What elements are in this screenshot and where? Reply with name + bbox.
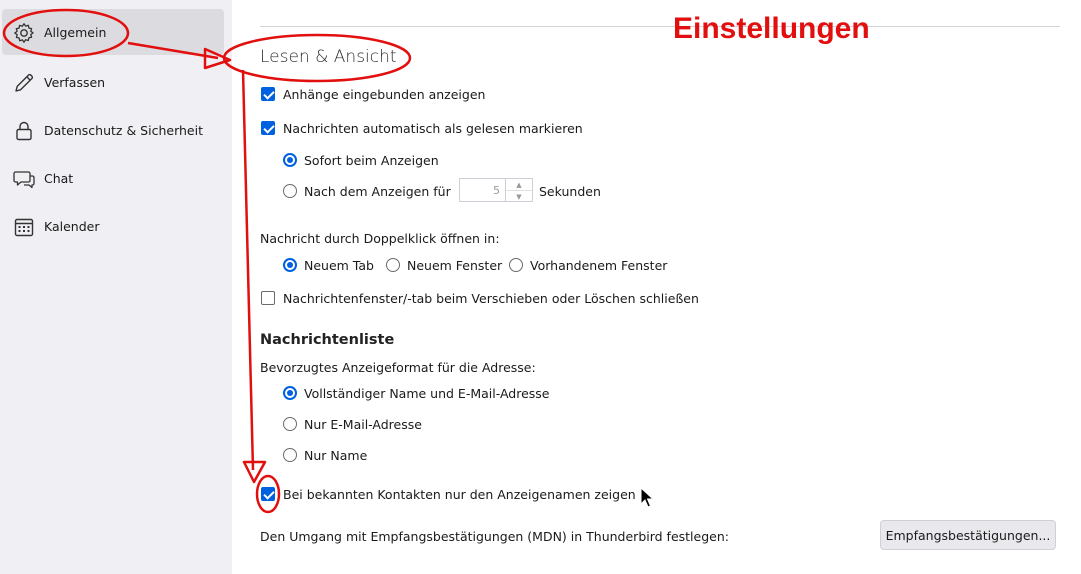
gear-icon — [12, 21, 36, 45]
settings-content: Lesen & Ansicht Anhänge eingebunden anze… — [232, 0, 1081, 574]
sidebar-item-allgemein[interactable]: Allgemein — [2, 9, 224, 55]
close-on-move-label[interactable]: Nachrichtenfenster/-tab beim Verschieben… — [283, 291, 699, 306]
stepper-down-button[interactable]: ▼ — [506, 191, 532, 202]
known-contacts-display-name-label[interactable]: Bei bekannten Kontakten nur den Anzeigen… — [283, 487, 636, 502]
email-only-label[interactable]: Nur E-Mail-Adresse — [304, 417, 422, 432]
mark-after-delay-label[interactable]: Nach dem Anzeigen für — [304, 184, 451, 199]
auto-mark-read-checkbox[interactable] — [261, 121, 275, 135]
sidebar-item-label: Kalender — [44, 218, 100, 234]
calendar-icon — [12, 215, 36, 239]
known-contacts-display-name-checkbox[interactable] — [261, 487, 275, 501]
chat-icon — [12, 167, 36, 191]
close-on-move-checkbox[interactable] — [261, 291, 275, 305]
seconds-label: Sekunden — [539, 184, 601, 199]
mark-immediately-label[interactable]: Sofort beim Anzeigen — [304, 153, 439, 168]
sidebar-item-label: Datenschutz & Sicherheit — [44, 122, 203, 138]
open-new-window-label[interactable]: Neuem Fenster — [407, 258, 502, 273]
delay-seconds-value[interactable]: 5 — [493, 184, 500, 197]
mdn-settings-button[interactable]: Empfangsbestätigungen... — [880, 520, 1056, 550]
pencil-icon — [12, 71, 36, 95]
mdn-label: Den Umgang mit Empfangsbestätigungen (MD… — [260, 529, 729, 544]
section-title-message-list: Nachrichtenliste — [260, 332, 395, 348]
open-existing-window-label[interactable]: Vorhandenem Fenster — [530, 258, 667, 273]
settings-sidebar: Allgemein Verfassen Datenschutz & Sicher… — [0, 0, 232, 574]
sidebar-item-kalender[interactable]: Kalender — [2, 203, 224, 249]
sidebar-item-label: Chat — [44, 170, 74, 186]
section-title-reading: Lesen & Ansicht — [260, 47, 397, 67]
stepper-up-button[interactable]: ▲ — [506, 179, 532, 191]
show-attachments-inline-label[interactable]: Anhänge eingebunden anzeigen — [283, 87, 485, 102]
mouse-cursor-icon — [640, 486, 655, 513]
annotation-title: Einstellungen — [673, 12, 870, 45]
sidebar-item-datenschutz[interactable]: Datenschutz & Sicherheit — [2, 107, 224, 153]
mark-immediately-radio[interactable] — [283, 153, 297, 167]
auto-mark-read-label[interactable]: Nachrichten automatisch als gelesen mark… — [283, 121, 583, 136]
open-new-tab-label[interactable]: Neuem Tab — [304, 258, 374, 273]
sidebar-item-label: Verfassen — [44, 74, 106, 90]
sidebar-item-verfassen[interactable]: Verfassen — [2, 59, 224, 105]
name-only-radio[interactable] — [283, 448, 297, 462]
open-existing-window-radio[interactable] — [509, 258, 523, 272]
open-new-window-radio[interactable] — [386, 258, 400, 272]
sidebar-item-chat[interactable]: Chat — [2, 155, 224, 201]
show-attachments-inline-checkbox[interactable] — [261, 87, 275, 101]
delay-seconds-stepper[interactable]: 5 ▲ ▼ — [459, 178, 533, 202]
full-name-email-label[interactable]: Vollständiger Name und E-Mail-Adresse — [304, 386, 550, 401]
name-only-label[interactable]: Nur Name — [304, 448, 367, 463]
address-format-label: Bevorzugtes Anzeigeformat für die Adress… — [260, 360, 536, 375]
email-only-radio[interactable] — [283, 417, 297, 431]
lock-icon — [12, 119, 36, 143]
full-name-email-radio[interactable] — [283, 386, 297, 400]
section-divider — [260, 26, 1060, 27]
double-click-label: Nachricht durch Doppelklick öffnen in: — [260, 231, 500, 246]
open-new-tab-radio[interactable] — [283, 258, 297, 272]
mark-after-delay-radio[interactable] — [283, 184, 297, 198]
sidebar-item-label: Allgemein — [44, 24, 107, 40]
